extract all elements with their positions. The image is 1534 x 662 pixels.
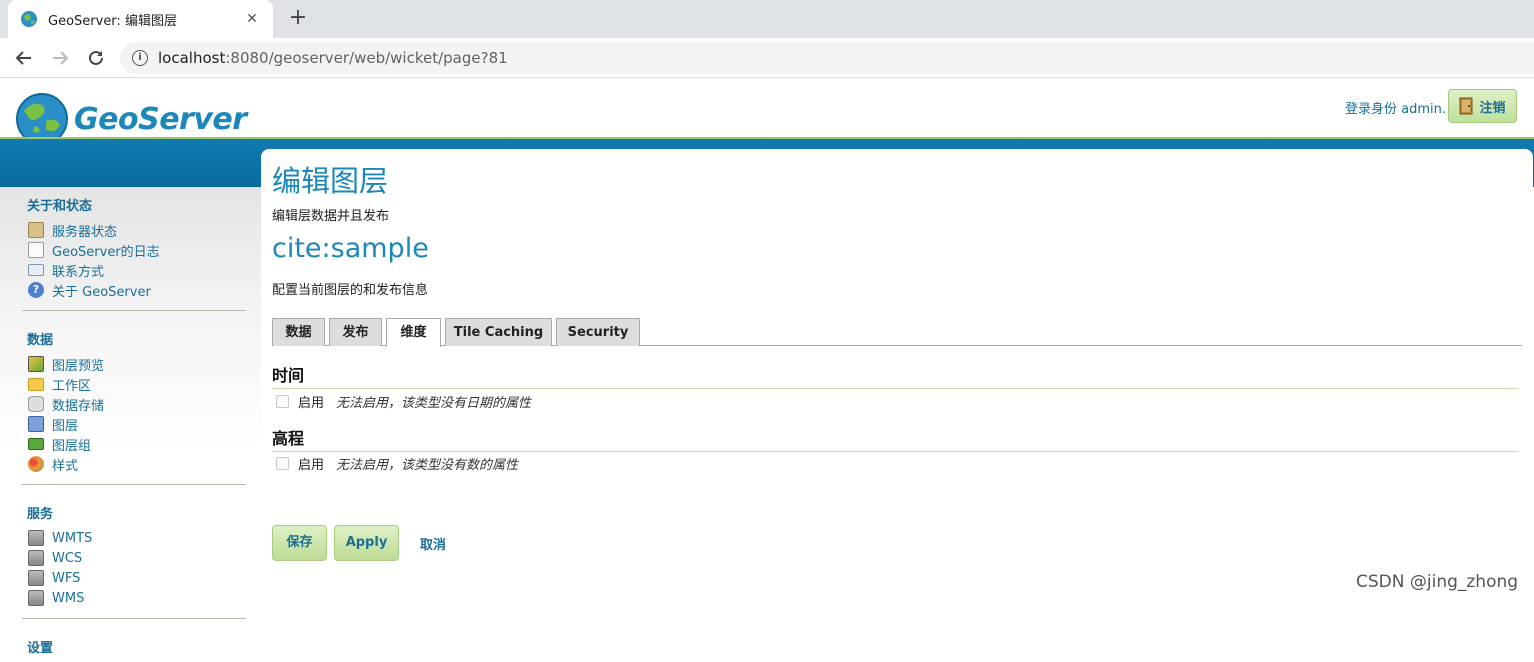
sidebar-section-settings: 设置: [22, 629, 246, 662]
layer-icon: [28, 416, 44, 432]
main-content: 编辑图层 编辑层数据并且发布 cite:sample 配置当前图层的和发布信息 …: [261, 149, 1533, 602]
time-enable-checkbox[interactable]: [276, 395, 289, 408]
layer-description: 配置当前图层的和发布信息: [272, 283, 429, 298]
elevation-enable-row: 启用 无法启用，该类型没有数的属性: [276, 454, 518, 473]
page-description: 编辑层数据并且发布: [272, 209, 390, 224]
logout-button[interactable]: 注销: [1448, 89, 1517, 123]
sidebar-section-title: 关于和状态: [27, 199, 93, 214]
layer-preview-icon: [28, 356, 44, 372]
elevation-enable-label: 启用: [298, 458, 325, 473]
sidebar-section-title: 服务: [27, 507, 54, 522]
url-text: localhost:8080/geoserver/web/wicket/page…: [158, 49, 508, 67]
time-section-heading: 时间: [272, 362, 1518, 389]
tab-title: GeoServer: 编辑图层: [48, 13, 177, 29]
apply-button[interactable]: Apply: [334, 525, 399, 561]
browser-tabstrip: GeoServer: 编辑图层 ✕ +: [0, 0, 1534, 38]
time-enable-note: 无法启用，该类型没有日期的属性: [336, 396, 532, 411]
tab-dimensions[interactable]: 维度: [386, 318, 441, 347]
sidebar-item-about[interactable]: ? 关于 GeoServer: [22, 280, 246, 300]
watermark-text: CSDN @jing_zhong: [1356, 572, 1519, 592]
sidebar-item-logs[interactable]: GeoServer的日志: [22, 240, 246, 260]
layer-name: cite:sample: [272, 233, 429, 264]
time-enable-row: 启用 无法启用，该类型没有日期的属性: [276, 392, 531, 411]
sidebar-item-wcs[interactable]: WCS: [22, 548, 246, 568]
geoserver-favicon-icon: [21, 11, 37, 27]
sidebar-section-services: 服务 WMTS WCS WFS WMS: [22, 495, 246, 619]
sidebar-item-styles[interactable]: 样式: [22, 454, 246, 474]
edit-layer-tabs: 数据 发布 维度 Tile Caching Security: [272, 317, 1522, 347]
sidebar-item-layer-preview[interactable]: 图层预览: [22, 354, 246, 374]
logout-door-icon: [1459, 97, 1473, 115]
sidebar-item-stores[interactable]: 数据存储: [22, 394, 246, 414]
server-status-icon: [28, 222, 44, 238]
page-title: 编辑图层: [272, 164, 389, 198]
contact-card-icon: [28, 264, 44, 276]
close-tab-icon[interactable]: ✕: [243, 11, 261, 27]
sidebar-item-contact[interactable]: 联系方式: [22, 260, 246, 280]
back-arrow-icon[interactable]: [12, 46, 36, 70]
layer-group-icon: [28, 438, 44, 450]
browser-tab[interactable]: GeoServer: 编辑图层 ✕: [8, 0, 273, 38]
sidebar-item-wfs[interactable]: WFS: [22, 568, 246, 588]
tab-publishing[interactable]: 发布: [329, 318, 382, 346]
sidebar-item-layers[interactable]: 图层: [22, 414, 246, 434]
sidebar-section-data: 数据 图层预览 工作区 数据存储 图层 图层组 样式: [22, 321, 246, 485]
server-icon: [28, 550, 44, 566]
tab-security[interactable]: Security: [556, 318, 640, 346]
database-icon: [28, 396, 44, 412]
tab-tile-caching[interactable]: Tile Caching: [445, 318, 552, 346]
folder-icon: [28, 377, 44, 391]
reload-icon[interactable]: [84, 46, 108, 70]
elevation-enable-note: 无法启用，该类型没有数的属性: [336, 458, 519, 473]
tab-data[interactable]: 数据: [272, 318, 325, 346]
login-status: 登录身份 admin.: [1345, 102, 1446, 117]
new-tab-button[interactable]: +: [286, 6, 310, 30]
cancel-link[interactable]: 取消: [420, 534, 446, 553]
sidebar-section-title: 设置: [27, 641, 54, 656]
save-button[interactable]: 保存: [272, 525, 327, 561]
server-icon: [28, 570, 44, 586]
server-icon: [28, 590, 44, 606]
elevation-section-heading: 高程: [272, 425, 1518, 452]
forward-arrow-icon[interactable]: [48, 46, 72, 70]
address-bar[interactable]: i localhost:8080/geoserver/web/wicket/pa…: [120, 42, 1534, 74]
sidebar-item-layer-groups[interactable]: 图层组: [22, 434, 246, 454]
server-icon: [28, 530, 44, 546]
palette-icon: [28, 456, 44, 472]
geoserver-header: GeoServer 登录身份 admin. 注销: [0, 79, 1534, 145]
sidebar: 关于和状态 服务器状态 GeoServer的日志 联系方式 ? 关于 GeoSe…: [22, 187, 246, 662]
logout-label: 注销: [1479, 100, 1506, 116]
browser-toolbar: i localhost:8080/geoserver/web/wicket/pa…: [0, 38, 1534, 78]
sidebar-item-wms[interactable]: WMS: [22, 588, 246, 608]
time-enable-label: 启用: [298, 396, 325, 411]
sidebar-item-server-status[interactable]: 服务器状态: [22, 220, 246, 240]
sidebar-section-status: 关于和状态 服务器状态 GeoServer的日志 联系方式 ? 关于 GeoSe…: [22, 187, 246, 311]
logo-text: GeoServer: [74, 101, 247, 137]
help-question-icon: ?: [28, 282, 44, 298]
sidebar-item-wmts[interactable]: WMTS: [22, 528, 246, 548]
site-info-icon[interactable]: i: [132, 50, 148, 66]
sidebar-item-workspaces[interactable]: 工作区: [22, 374, 246, 394]
log-file-icon: [28, 242, 44, 258]
sidebar-section-title: 数据: [27, 333, 54, 348]
elevation-enable-checkbox[interactable]: [276, 457, 289, 470]
